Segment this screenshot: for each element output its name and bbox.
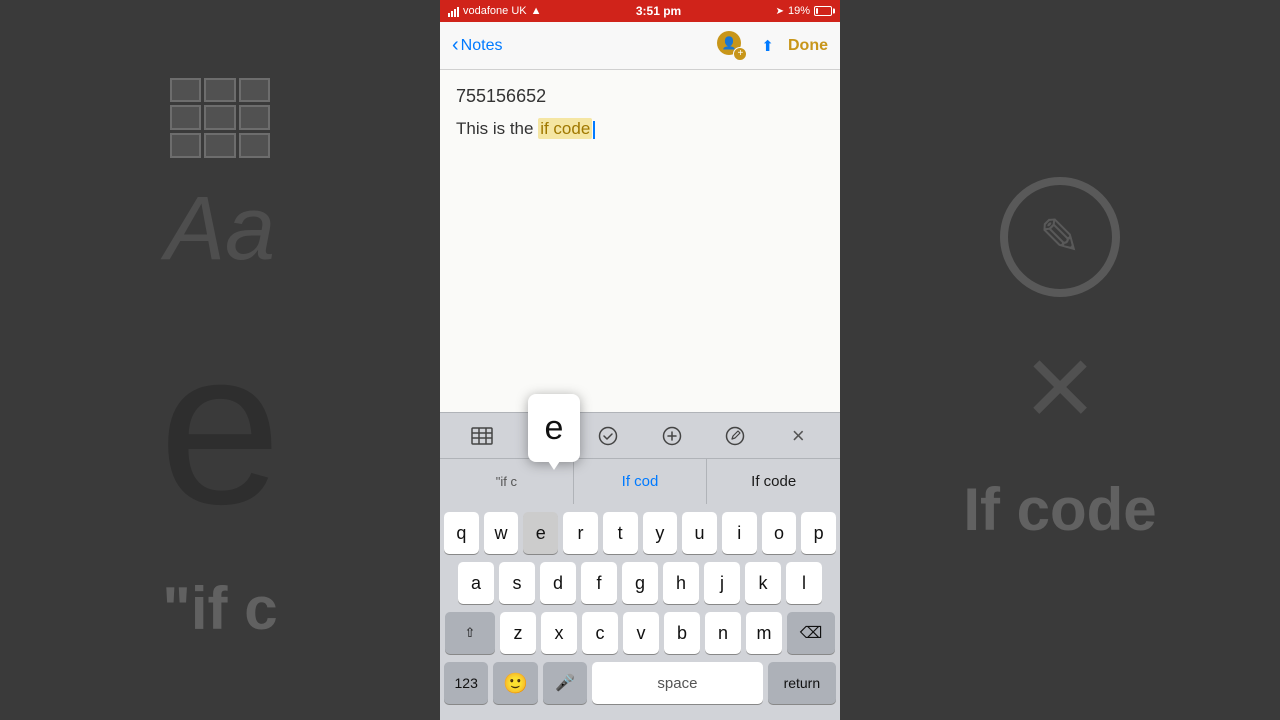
status-left: vodafone UK ▲ — [448, 5, 542, 17]
battery-icon — [814, 6, 832, 16]
share-button[interactable]: ⬆ — [761, 37, 774, 55]
nav-bar: ‹ Notes 👤 + ⬆ Done — [440, 22, 840, 70]
bg-circle-pencil-icon: ✎ — [1000, 177, 1120, 297]
status-bar: vodafone UK ▲ 3:51 pm ➤ 19% — [440, 0, 840, 22]
back-button[interactable]: ‹ Notes — [452, 34, 502, 57]
table-icon — [471, 427, 493, 445]
key-m[interactable]: m — [746, 612, 782, 654]
key-popup-letter: e — [545, 411, 564, 445]
key-n[interactable]: n — [705, 612, 741, 654]
keyboard-row-2: a s d f g h j k l — [444, 562, 836, 604]
key-k[interactable]: k — [745, 562, 781, 604]
autocomplete-item-2[interactable]: If cod — [574, 459, 708, 504]
key-shift[interactable]: ⇧ — [445, 612, 495, 654]
key-p[interactable]: p — [801, 512, 836, 554]
bg-left-panel: Aa e "if c — [0, 0, 440, 720]
keyboard-row-4: 123 🙂 🎤 space return — [444, 662, 836, 704]
done-button[interactable]: Done — [788, 37, 828, 55]
key-x[interactable]: x — [541, 612, 577, 654]
key-popup: e — [528, 394, 580, 462]
key-j[interactable]: j — [704, 562, 740, 604]
key-g[interactable]: g — [622, 562, 658, 604]
key-o[interactable]: o — [762, 512, 797, 554]
signal-bar-1 — [448, 13, 450, 17]
check-circle-icon — [598, 426, 618, 446]
collab-button[interactable]: 👤 + — [717, 31, 747, 61]
key-f[interactable]: f — [581, 562, 617, 604]
bg-right-panel: ✎ × If code — [840, 0, 1280, 720]
key-r[interactable]: r — [563, 512, 598, 554]
key-t[interactable]: t — [603, 512, 638, 554]
bottom-bar — [440, 716, 840, 720]
close-format-button[interactable]: × — [781, 419, 815, 453]
nav-actions: 👤 + ⬆ Done — [717, 31, 828, 61]
bg-e-letter: e — [159, 301, 281, 554]
battery-pct: 19% — [788, 5, 810, 17]
pen-circle-icon — [725, 426, 745, 446]
key-u[interactable]: u — [682, 512, 717, 554]
phone-frame: vodafone UK ▲ 3:51 pm ➤ 19% ‹ Notes 👤 + … — [440, 0, 840, 720]
bg-table-icon — [170, 78, 270, 158]
key-s[interactable]: s — [499, 562, 535, 604]
signal-bar-3 — [454, 9, 456, 17]
key-space[interactable]: space — [592, 662, 763, 704]
key-c[interactable]: c — [582, 612, 618, 654]
back-label: Notes — [461, 37, 503, 55]
key-b[interactable]: b — [664, 612, 700, 654]
keyboard-row-1: q w e r t y u i o p — [444, 512, 836, 554]
autocomplete-bar: e "if c If cod If code — [440, 458, 840, 504]
keyboard-row-3: ⇧ z x c v b n m ⌫ — [444, 612, 836, 654]
key-delete[interactable]: ⌫ — [787, 612, 835, 654]
key-l[interactable]: l — [786, 562, 822, 604]
note-body-text: This is the if code — [456, 119, 824, 139]
add-format-button[interactable] — [655, 419, 689, 453]
key-w[interactable]: w — [484, 512, 519, 554]
battery-fill — [816, 8, 818, 14]
signal-bars — [448, 5, 459, 17]
checklist-format-button[interactable] — [591, 419, 625, 453]
text-cursor — [593, 121, 595, 139]
key-a[interactable]: a — [458, 562, 494, 604]
key-emoji[interactable]: 🙂 — [493, 662, 537, 704]
status-right: ➤ 19% — [776, 5, 832, 17]
autocomplete-item-3[interactable]: If code — [707, 459, 840, 504]
wifi-icon: ▲ — [531, 5, 542, 17]
key-mic[interactable]: 🎤 — [543, 662, 587, 704]
note-highlighted-word: if code — [538, 118, 592, 139]
key-return[interactable]: return — [768, 662, 836, 704]
carrier-label: vodafone UK — [463, 5, 527, 17]
bg-font-label: Aa — [165, 178, 275, 281]
pen-format-button[interactable] — [718, 419, 752, 453]
keyboard: q w e r t y u i o p a s d f g h j k l ⇧ … — [440, 504, 840, 716]
location-icon: ➤ — [776, 6, 784, 17]
add-circle-icon — [662, 426, 682, 446]
collab-plus-icon: + — [733, 47, 747, 61]
status-time: 3:51 pm — [636, 4, 681, 18]
signal-bar-2 — [451, 11, 453, 17]
bg-if-code-label: If code — [963, 475, 1156, 544]
key-e[interactable]: e — [523, 512, 558, 554]
table-format-button[interactable] — [465, 419, 499, 453]
key-num[interactable]: 123 — [444, 662, 488, 704]
signal-bar-4 — [457, 7, 459, 17]
key-h[interactable]: h — [663, 562, 699, 604]
format-toolbar: Aa × — [440, 412, 840, 458]
note-text-before: This is the — [456, 119, 538, 138]
key-d[interactable]: d — [540, 562, 576, 604]
bg-quoted-text: "if c — [162, 574, 277, 643]
note-number: 755156652 — [456, 86, 824, 107]
bg-pencil-icon: ✎ — [1039, 208, 1081, 266]
key-popup-tail — [548, 461, 560, 470]
key-q[interactable]: q — [444, 512, 479, 554]
key-y[interactable]: y — [643, 512, 678, 554]
bg-x-icon: × — [1025, 317, 1095, 455]
key-v[interactable]: v — [623, 612, 659, 654]
key-i[interactable]: i — [722, 512, 757, 554]
key-z[interactable]: z — [500, 612, 536, 654]
back-arrow-icon: ‹ — [452, 34, 459, 57]
note-content-area[interactable]: 755156652 This is the if code — [440, 70, 840, 412]
